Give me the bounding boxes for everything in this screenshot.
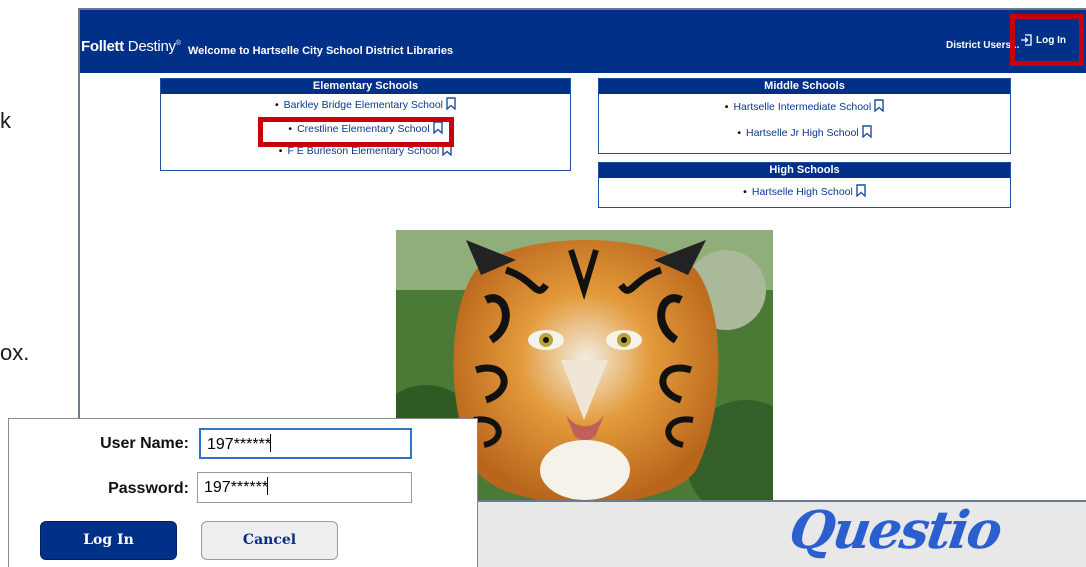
school-name[interactable]: Hartselle High School	[752, 186, 853, 198]
school-name[interactable]: Barkley Bridge Elementary School	[284, 99, 443, 111]
school-name[interactable]: Hartselle Jr High School	[746, 127, 859, 139]
username-label: User Name:	[100, 435, 189, 452]
school-item[interactable]: • Hartselle Jr High School	[599, 120, 1010, 146]
password-field[interactable]: 197******	[197, 472, 412, 503]
high-schools-title: High Schools	[599, 163, 1010, 178]
middle-schools-panel: Middle Schools • Hartselle Intermediate S…	[598, 78, 1011, 154]
text-fragment-k: k	[0, 108, 11, 133]
school-name[interactable]: F E Burleson Elementary School	[287, 145, 439, 157]
password-label: Password:	[108, 480, 189, 497]
brand-destiny: Destiny	[127, 38, 176, 55]
login-panel: User Name: 197****** Password: 197******…	[8, 418, 478, 567]
login-label: Log In	[1036, 34, 1066, 46]
middle-schools-title: Middle Schools	[599, 79, 1010, 94]
registered-mark: ®	[175, 40, 181, 47]
login-icon	[1021, 34, 1032, 46]
header-bar: Follett Destiny® Welcome to Hartselle Ci…	[80, 10, 1086, 73]
school-item[interactable]: • Crestline Elementary School	[161, 117, 570, 141]
elementary-schools-title: Elementary Schools	[161, 79, 570, 94]
login-link[interactable]: Log In	[1020, 34, 1066, 46]
school-item[interactable]: • Hartselle Intermediate School	[599, 94, 1010, 120]
bookmark-icon[interactable]	[856, 184, 866, 197]
bookmark-icon[interactable]	[446, 97, 456, 110]
follett-destiny-logo: Follett Destiny®	[81, 38, 181, 55]
cancel-button[interactable]: Cancel	[201, 521, 338, 560]
username-value: 197******	[207, 436, 272, 453]
log-in-button[interactable]: Log In	[40, 521, 177, 560]
bookmark-icon[interactable]	[432, 121, 443, 134]
high-schools-panel: High Schools • Hartselle High School	[598, 162, 1011, 208]
school-item[interactable]: • Hartselle High School	[599, 178, 1010, 206]
school-name[interactable]: Crestline Elementary School	[297, 123, 429, 135]
elementary-schools-panel: Elementary Schools • Barkley Bridge Eleme…	[160, 78, 571, 171]
welcome-title: Welcome to Hartselle City School Distric…	[188, 45, 454, 57]
bookmark-icon[interactable]	[861, 125, 872, 138]
username-field[interactable]: 197******	[199, 428, 412, 459]
password-value: 197******	[204, 479, 269, 496]
brand-follett: Follett	[81, 38, 124, 55]
text-fragment-ox: ox.	[0, 340, 30, 365]
district-users-link[interactable]: District Users ..	[946, 40, 1019, 51]
bookmark-icon[interactable]	[874, 99, 884, 112]
school-item[interactable]: • F E Burleson Elementary School	[161, 141, 570, 161]
school-name[interactable]: Hartselle Intermediate School	[733, 101, 871, 113]
graphic-lettering: Questio	[785, 500, 1005, 561]
bookmark-icon[interactable]	[442, 143, 452, 156]
school-item[interactable]: • Barkley Bridge Elementary School	[161, 94, 570, 117]
